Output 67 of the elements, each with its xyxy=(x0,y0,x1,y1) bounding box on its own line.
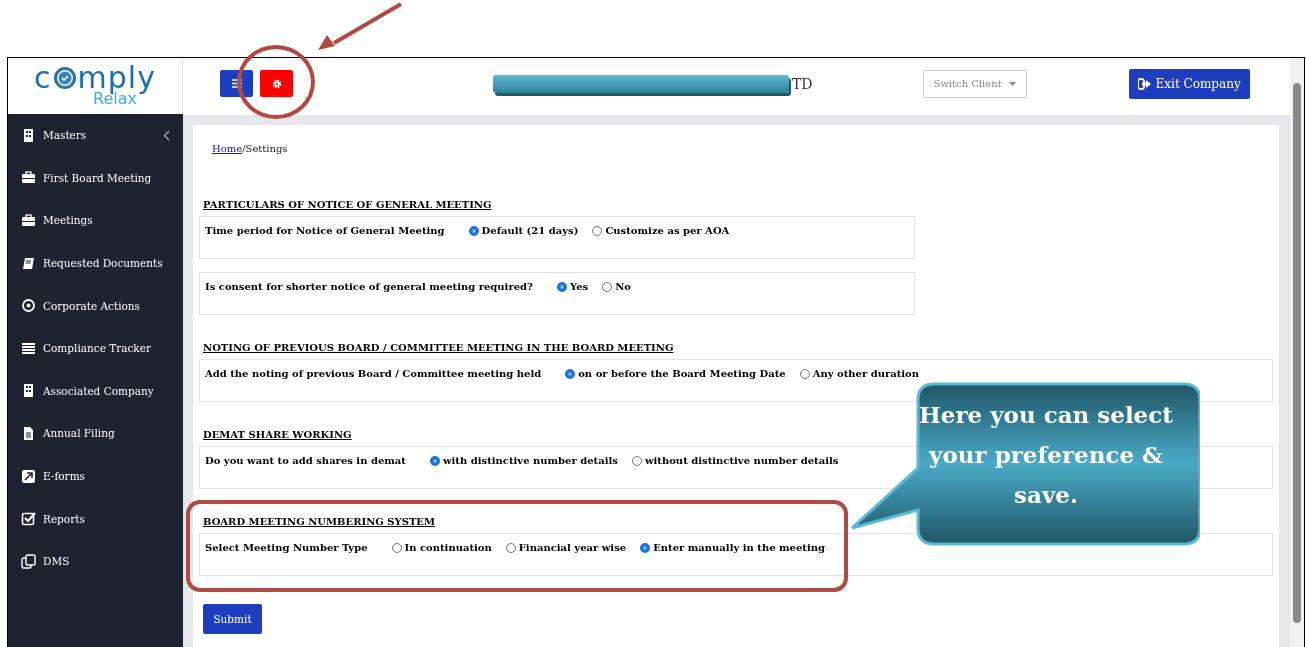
option-label: Customize as per AOA xyxy=(605,225,730,236)
radio-button[interactable] xyxy=(505,542,516,553)
question-label: Time period for Notice of General Meeting xyxy=(205,225,445,236)
list-icon xyxy=(21,340,36,356)
option-label: No xyxy=(615,281,631,292)
breadcrumb-current: /Settings xyxy=(242,143,288,154)
chevron-left-icon xyxy=(163,129,170,141)
exit-company-button[interactable]: Exit Company xyxy=(1128,68,1250,99)
logo: c mply Relax xyxy=(8,58,183,114)
sidebar-item[interactable]: E-forms xyxy=(8,454,183,498)
section-title: BOARD MEETING NUMBERING SYSTEM xyxy=(202,516,437,527)
copy-icon xyxy=(21,553,36,569)
question-label: Is consent for shorter notice of general meeting required? xyxy=(205,281,533,292)
option-label: Financial year wise xyxy=(518,542,627,553)
book-icon xyxy=(21,255,36,271)
radio-button[interactable] xyxy=(556,281,567,292)
building-icon xyxy=(21,383,36,399)
sidebar-item[interactable]: First Board Meeting xyxy=(8,156,183,200)
radio-button[interactable] xyxy=(602,281,613,292)
option-label: Yes xyxy=(569,281,589,292)
radio-button[interactable] xyxy=(799,368,810,379)
switch-client-dropdown[interactable]: Switch Client xyxy=(922,69,1027,98)
briefcase-icon xyxy=(21,213,36,228)
building-icon xyxy=(21,127,36,143)
section-title: DEMAT SHARE WORKING xyxy=(202,429,353,440)
sidebar-item[interactable]: DMS xyxy=(8,539,183,583)
question-label: Select Meeting Number Type xyxy=(205,542,368,553)
callout-text: Here you can select your preference & save. xyxy=(918,400,1174,510)
sidebar-item[interactable]: Annual Filing xyxy=(8,412,183,455)
settings-button[interactable] xyxy=(260,70,293,97)
sidebar-item[interactable]: Meetings xyxy=(8,199,183,242)
checkbox-icon xyxy=(21,511,36,527)
question-label: Add the noting of previous Board / Committee meeting held xyxy=(205,368,542,379)
option-label: Enter manually in the meeting xyxy=(653,542,825,553)
question-label: Do you want to add shares in demat xyxy=(205,455,406,466)
option-label: In continuation xyxy=(404,542,492,553)
sidebar-item[interactable]: Compliance Tracker xyxy=(8,326,183,370)
sign-out-icon xyxy=(1137,77,1151,90)
submit-button[interactable]: Submit xyxy=(203,604,262,634)
document-icon xyxy=(21,425,36,441)
briefcase-icon xyxy=(21,170,36,186)
option-label: Default (21 days) xyxy=(481,225,579,236)
section-title: NOTING OF PREVIOUS BOARD / COMMITTEE MEETING IN THE BOARD MEETING xyxy=(202,342,675,353)
radio-button[interactable] xyxy=(592,225,603,236)
option-label: Any other duration xyxy=(812,368,920,379)
sidebar-item[interactable]: Corporate Actions xyxy=(8,284,183,327)
external-link-icon xyxy=(21,468,36,484)
radio-button[interactable] xyxy=(565,368,576,379)
option-label: without distinctive number details xyxy=(644,455,839,466)
sidebar-item[interactable]: Reports xyxy=(8,497,183,540)
radio-button[interactable] xyxy=(631,455,642,466)
option-label: on or before the Board Meeting Date xyxy=(578,368,786,379)
radio-button[interactable] xyxy=(640,542,651,553)
option-label: with distinctive number details xyxy=(442,455,618,466)
company-name: TD xyxy=(792,75,813,92)
sidebar-item[interactable]: Masters xyxy=(8,114,183,157)
radio-button[interactable] xyxy=(429,455,440,466)
caret-icon xyxy=(1008,81,1016,86)
section-title: PARTICULARS OF NOTICE OF GENERAL MEETING xyxy=(202,199,493,210)
sidebar-item[interactable]: Requested Documents xyxy=(8,241,183,285)
radio-button[interactable] xyxy=(468,225,479,236)
sidebar-item[interactable]: Associated Company xyxy=(8,369,183,413)
settings-icon xyxy=(271,78,282,89)
radio-button[interactable] xyxy=(391,542,402,553)
target-icon xyxy=(21,298,36,314)
scrollbar[interactable] xyxy=(1290,58,1304,647)
breadcrumb-link[interactable]: Home xyxy=(212,143,243,154)
